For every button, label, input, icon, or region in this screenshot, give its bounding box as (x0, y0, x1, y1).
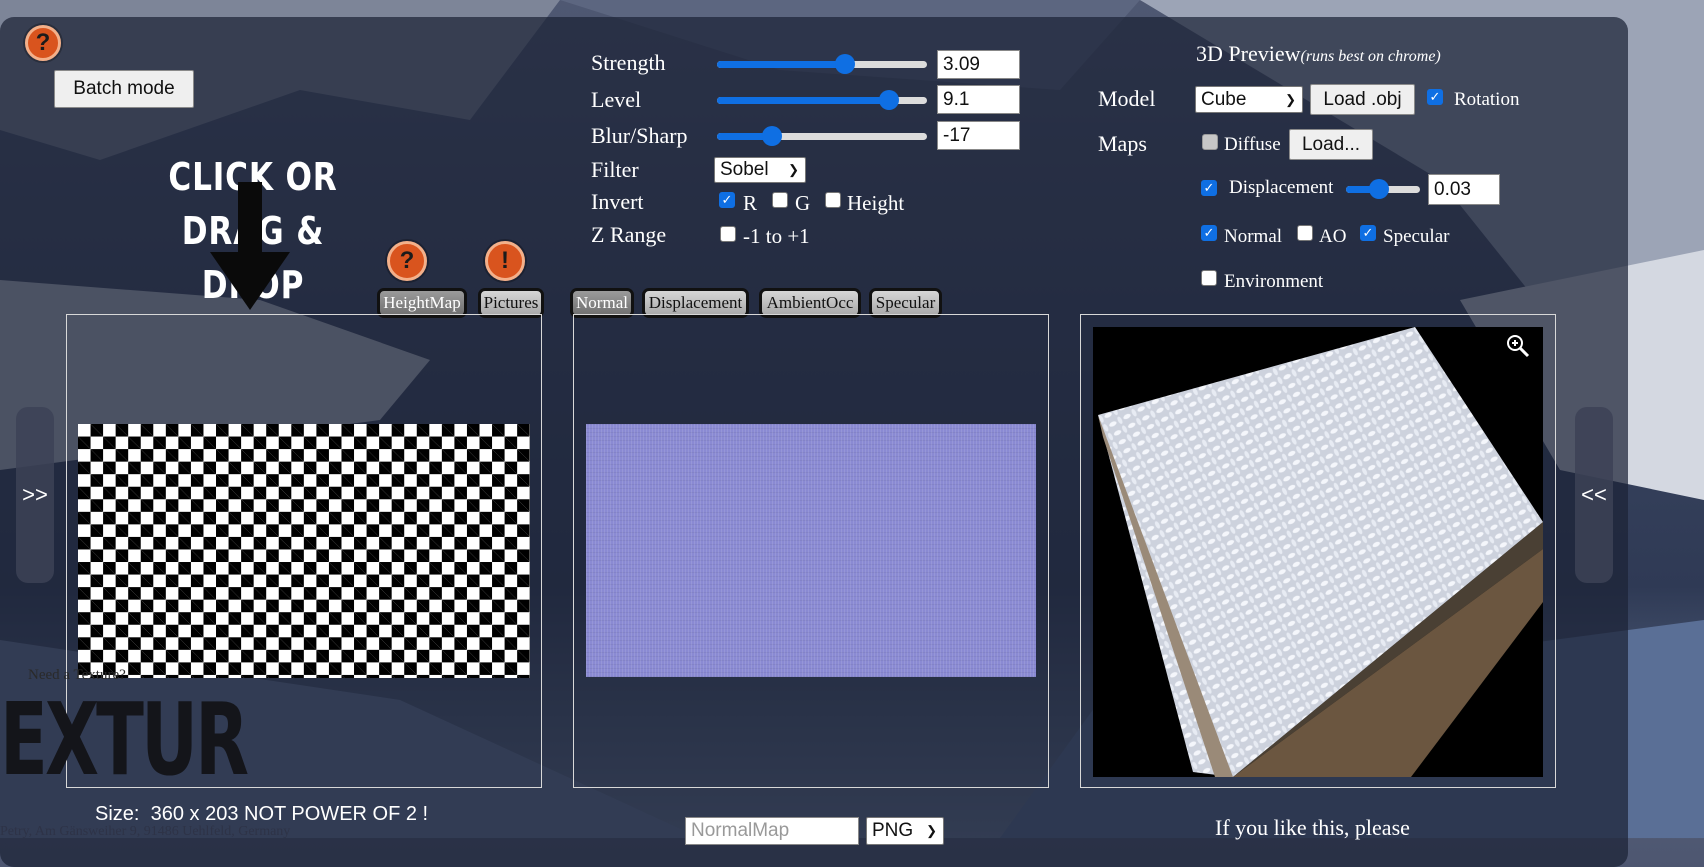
zoom-in-icon[interactable] (1505, 333, 1531, 359)
filename-placeholder: NormalMap (691, 820, 790, 841)
filter-select-value: Sobel (720, 159, 769, 180)
like-text: If you like this, please (1215, 815, 1410, 840)
chevron-down-icon: ❯ (1285, 91, 1296, 107)
strength-slider[interactable] (717, 52, 927, 76)
invert-label: Invert (591, 189, 644, 214)
strength-label: Strength (591, 50, 666, 75)
normalmap-image (586, 424, 1036, 677)
level-slider[interactable] (717, 88, 927, 112)
size-info: Size: 360 x 203 NOT POWER OF 2 ! (95, 803, 428, 826)
size-label: Size: (95, 803, 140, 825)
zrange-option-label: -1 to +1 (743, 224, 810, 248)
down-arrow-icon (210, 182, 290, 310)
zrange-label: Z Range (591, 222, 667, 247)
strength-input[interactable]: 3.09 (937, 50, 1020, 79)
pictures-warning-icon[interactable]: ! (485, 241, 525, 281)
invert-g-label: G (795, 191, 811, 215)
environment-checkbox[interactable] (1201, 270, 1217, 286)
environment-label: Environment (1224, 271, 1324, 292)
model-select-value: Cube (1201, 88, 1247, 110)
level-input[interactable]: 9.1 (937, 85, 1020, 114)
size-value: 360 x 203 NOT POWER OF 2 ! (150, 803, 429, 825)
chevron-down-icon: ❯ (788, 162, 799, 177)
load-diffuse-button[interactable]: Load... (1289, 129, 1373, 160)
blur-sharp-slider[interactable] (717, 124, 927, 148)
invert-r-checkbox[interactable]: ✓ (719, 192, 735, 208)
preview-3d-title-text: 3D Preview (1196, 41, 1301, 66)
displacement-input[interactable]: 0.03 (1428, 174, 1500, 205)
specular-checkbox[interactable]: ✓ (1360, 225, 1376, 241)
filter-select[interactable]: Sobel ❯ (714, 157, 806, 183)
level-label: Level (591, 87, 642, 112)
zrange-checkbox[interactable] (720, 226, 736, 242)
diffuse-label: Diffuse (1224, 134, 1281, 155)
texture-logo-text: EXTUR (0, 681, 249, 798)
preview-3d-note: (runs best on chrome) (1300, 48, 1441, 65)
model-label: Model (1098, 86, 1156, 111)
help-icon[interactable]: ? (25, 25, 61, 61)
invert-g-checkbox[interactable] (772, 192, 788, 208)
model-select[interactable]: Cube ❯ (1195, 86, 1303, 113)
filter-label: Filter (591, 157, 639, 182)
invert-height-checkbox[interactable] (825, 192, 841, 208)
blur-sharp-input[interactable]: -17 (937, 121, 1020, 150)
maps-label: Maps (1098, 131, 1147, 156)
preview-3d-title: 3D Preview(runs best on chrome) (1196, 41, 1441, 67)
format-select-value: PNG (872, 820, 914, 841)
diffuse-checkbox[interactable] (1202, 134, 1218, 150)
normal-checkbox[interactable]: ✓ (1201, 225, 1217, 241)
rotation-label: Rotation (1454, 89, 1520, 110)
blur-sharp-label: Blur/Sharp (591, 123, 688, 148)
normal-label: Normal (1224, 226, 1283, 247)
displacement-slider[interactable] (1346, 177, 1420, 201)
preview-3d-canvas[interactable] (1093, 327, 1543, 777)
filename-input[interactable]: NormalMap (685, 817, 859, 845)
heightmap-image[interactable] (78, 424, 530, 678)
right-panel-toggle[interactable]: << (1575, 407, 1613, 583)
displacement-label: Displacement (1229, 177, 1334, 198)
displacement-checkbox[interactable]: ✓ (1201, 180, 1217, 196)
invert-r-label: R (743, 191, 758, 215)
chevron-down-icon: ❯ (926, 823, 937, 838)
ao-checkbox[interactable] (1297, 225, 1313, 241)
load-obj-button[interactable]: Load .obj (1310, 84, 1415, 115)
texture-logo: EXTUR (0, 690, 249, 790)
rotation-checkbox[interactable]: ✓ (1427, 89, 1443, 105)
left-panel-toggle[interactable]: >> (16, 407, 54, 583)
ao-label: AO (1319, 226, 1347, 247)
heightmap-help-icon[interactable]: ? (387, 241, 427, 281)
invert-height-label: Height (847, 191, 905, 215)
batch-mode-button[interactable]: Batch mode (54, 70, 194, 108)
format-select[interactable]: PNG ❯ (866, 817, 944, 845)
specular-label: Specular (1383, 226, 1450, 247)
